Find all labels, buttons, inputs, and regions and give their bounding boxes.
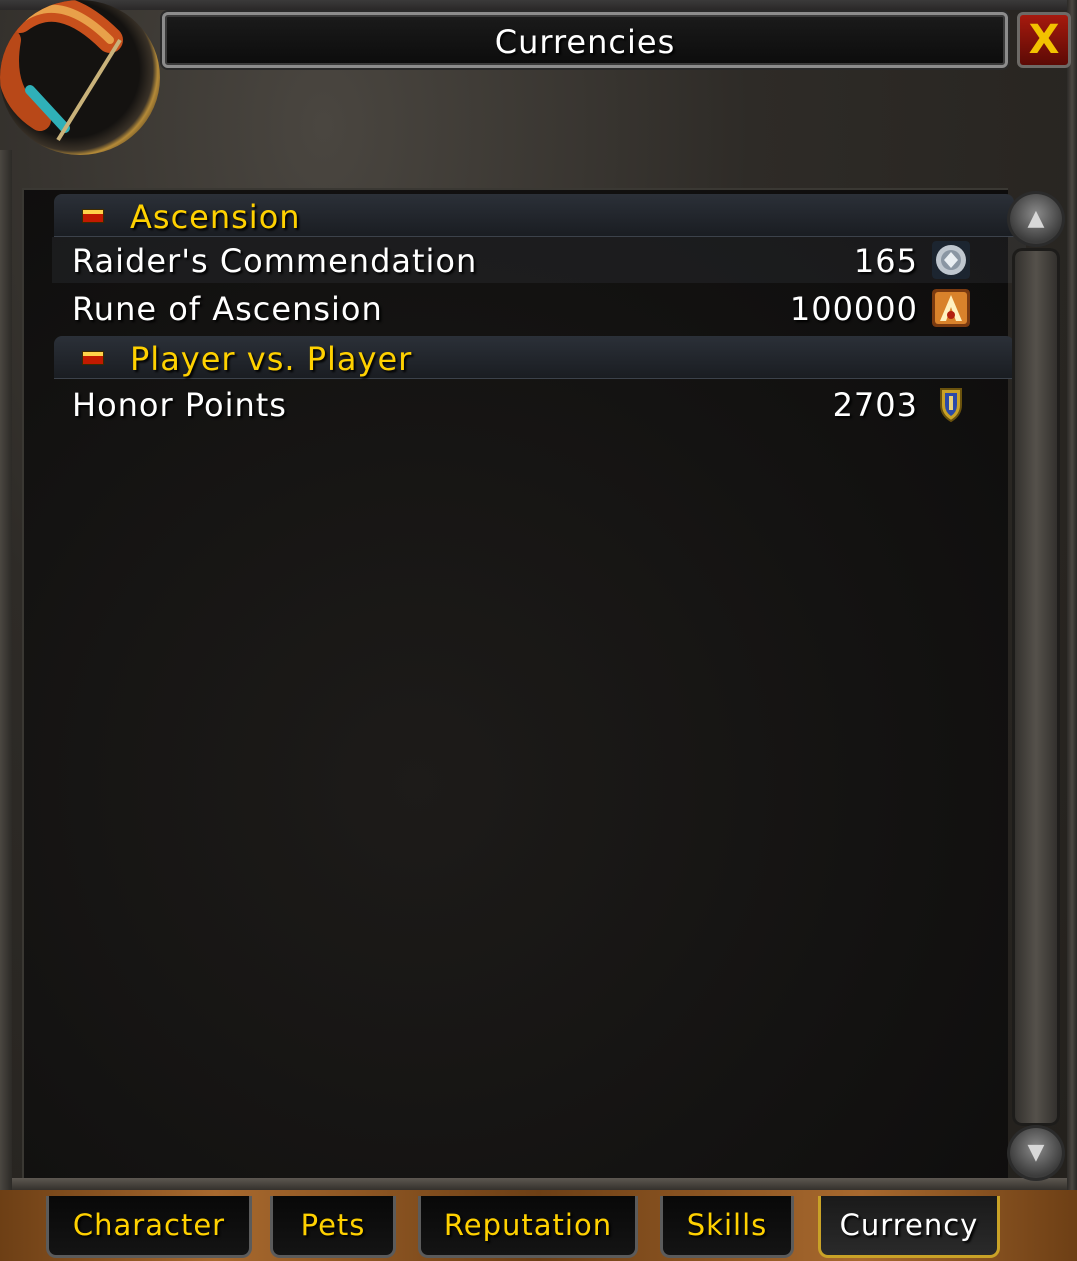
- window-title: Currencies: [494, 23, 676, 61]
- window-left-edge: [0, 150, 12, 1190]
- scrollbar-track[interactable]: [1012, 248, 1060, 1126]
- tab-currency[interactable]: Currency: [818, 1196, 1000, 1258]
- category-label: Player vs. Player: [130, 340, 413, 378]
- category-label: Ascension: [130, 198, 301, 236]
- bow-icon: [0, 0, 123, 142]
- currency-row-raiders-commendation[interactable]: Raider's Commendation 165: [52, 237, 1026, 283]
- close-button[interactable]: X: [1017, 12, 1071, 68]
- tab-skills[interactable]: Skills: [660, 1196, 794, 1258]
- currency-list: Ascension Raider's Commendation 165 Rune…: [22, 188, 1026, 1180]
- currency-count: 2703: [832, 386, 918, 424]
- window-top-edge: [0, 0, 1077, 10]
- portrait-frame: [0, 0, 160, 155]
- tab-pets[interactable]: Pets: [270, 1196, 396, 1258]
- tab-reputation[interactable]: Reputation: [418, 1196, 638, 1258]
- rune-icon: [932, 289, 970, 327]
- category-header-pvp[interactable]: Player vs. Player: [54, 336, 1014, 379]
- currency-window: Currencies X Ascension Raider's Commenda…: [0, 0, 1077, 1261]
- currency-count: 165: [853, 242, 918, 280]
- currency-name: Rune of Ascension: [72, 290, 383, 328]
- scroll-up-button[interactable]: ▲: [1010, 194, 1062, 244]
- currency-row-honor-points[interactable]: Honor Points 2703: [52, 381, 1026, 427]
- scroll-down-button[interactable]: ▼: [1010, 1128, 1062, 1178]
- collapse-icon[interactable]: [82, 351, 104, 365]
- window-right-edge: [1067, 0, 1077, 1261]
- tab-character[interactable]: Character: [46, 1196, 252, 1258]
- currency-count: 100000: [789, 290, 918, 328]
- currency-name: Raider's Commendation: [72, 242, 478, 280]
- commendation-icon: [932, 241, 970, 279]
- currency-name: Honor Points: [72, 386, 287, 424]
- title-bar: Currencies: [162, 12, 1008, 68]
- currency-row-rune-of-ascension[interactable]: Rune of Ascension 100000: [52, 285, 1026, 331]
- category-header-ascension[interactable]: Ascension: [54, 194, 1014, 237]
- collapse-icon[interactable]: [82, 209, 104, 223]
- honor-shield-icon: [940, 388, 962, 423]
